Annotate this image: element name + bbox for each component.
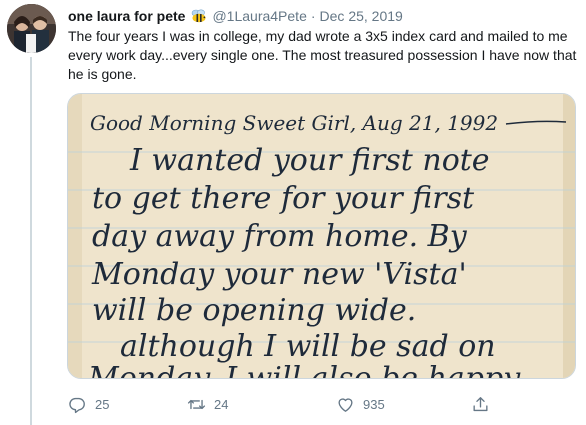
note-line: will be opening wide. (92, 293, 416, 328)
note-line: Good Morning Sweet Girl, Aug 21, 1992 (90, 111, 498, 135)
note-line: although I will be sad on (120, 329, 496, 364)
reply-icon (69, 397, 85, 413)
share-button[interactable] (471, 392, 498, 416)
profile-photo-icon (7, 4, 56, 53)
heart-icon (338, 397, 353, 412)
index-card-photo: Good Morning Sweet Girl, Aug 21, 1992 I … (68, 94, 575, 379)
tweet-media-image[interactable]: Good Morning Sweet Girl, Aug 21, 1992 I … (67, 93, 576, 379)
note-line: Monday, I will also be happy (87, 361, 521, 379)
reply-button[interactable]: 25 (68, 392, 109, 416)
retweet-count: 24 (214, 396, 229, 412)
tweet[interactable]: one laura for pete @1Laura4Pete · Dec 25… (0, 0, 586, 425)
note-line: Monday your new 'Vista' (91, 257, 467, 292)
tweet-actions: 25 24 935 (62, 392, 502, 416)
bee-emoji-icon (191, 9, 207, 23)
like-button[interactable]: 935 (336, 392, 385, 416)
retweet-icon (187, 399, 206, 409)
note-line: I wanted your first note (129, 143, 490, 178)
like-count: 935 (363, 396, 385, 412)
display-name[interactable]: one laura for pete (68, 8, 185, 24)
tweet-date[interactable]: Dec 25, 2019 (320, 8, 403, 24)
avatar[interactable] (7, 4, 56, 53)
tweet-header: one laura for pete @1Laura4Pete · Dec 25… (68, 6, 403, 26)
retweet-button[interactable]: 24 (187, 392, 228, 416)
note-line: day away from home. By (92, 219, 468, 254)
reply-count: 25 (95, 396, 110, 412)
share-icon (473, 396, 488, 411)
separator-dot: · (310, 8, 316, 24)
note-line: to get there for your first (92, 181, 475, 216)
tweet-text: The four years I was in college, my dad … (68, 28, 577, 82)
thread-line (30, 57, 32, 425)
user-handle[interactable]: @1Laura4Pete (212, 8, 306, 24)
